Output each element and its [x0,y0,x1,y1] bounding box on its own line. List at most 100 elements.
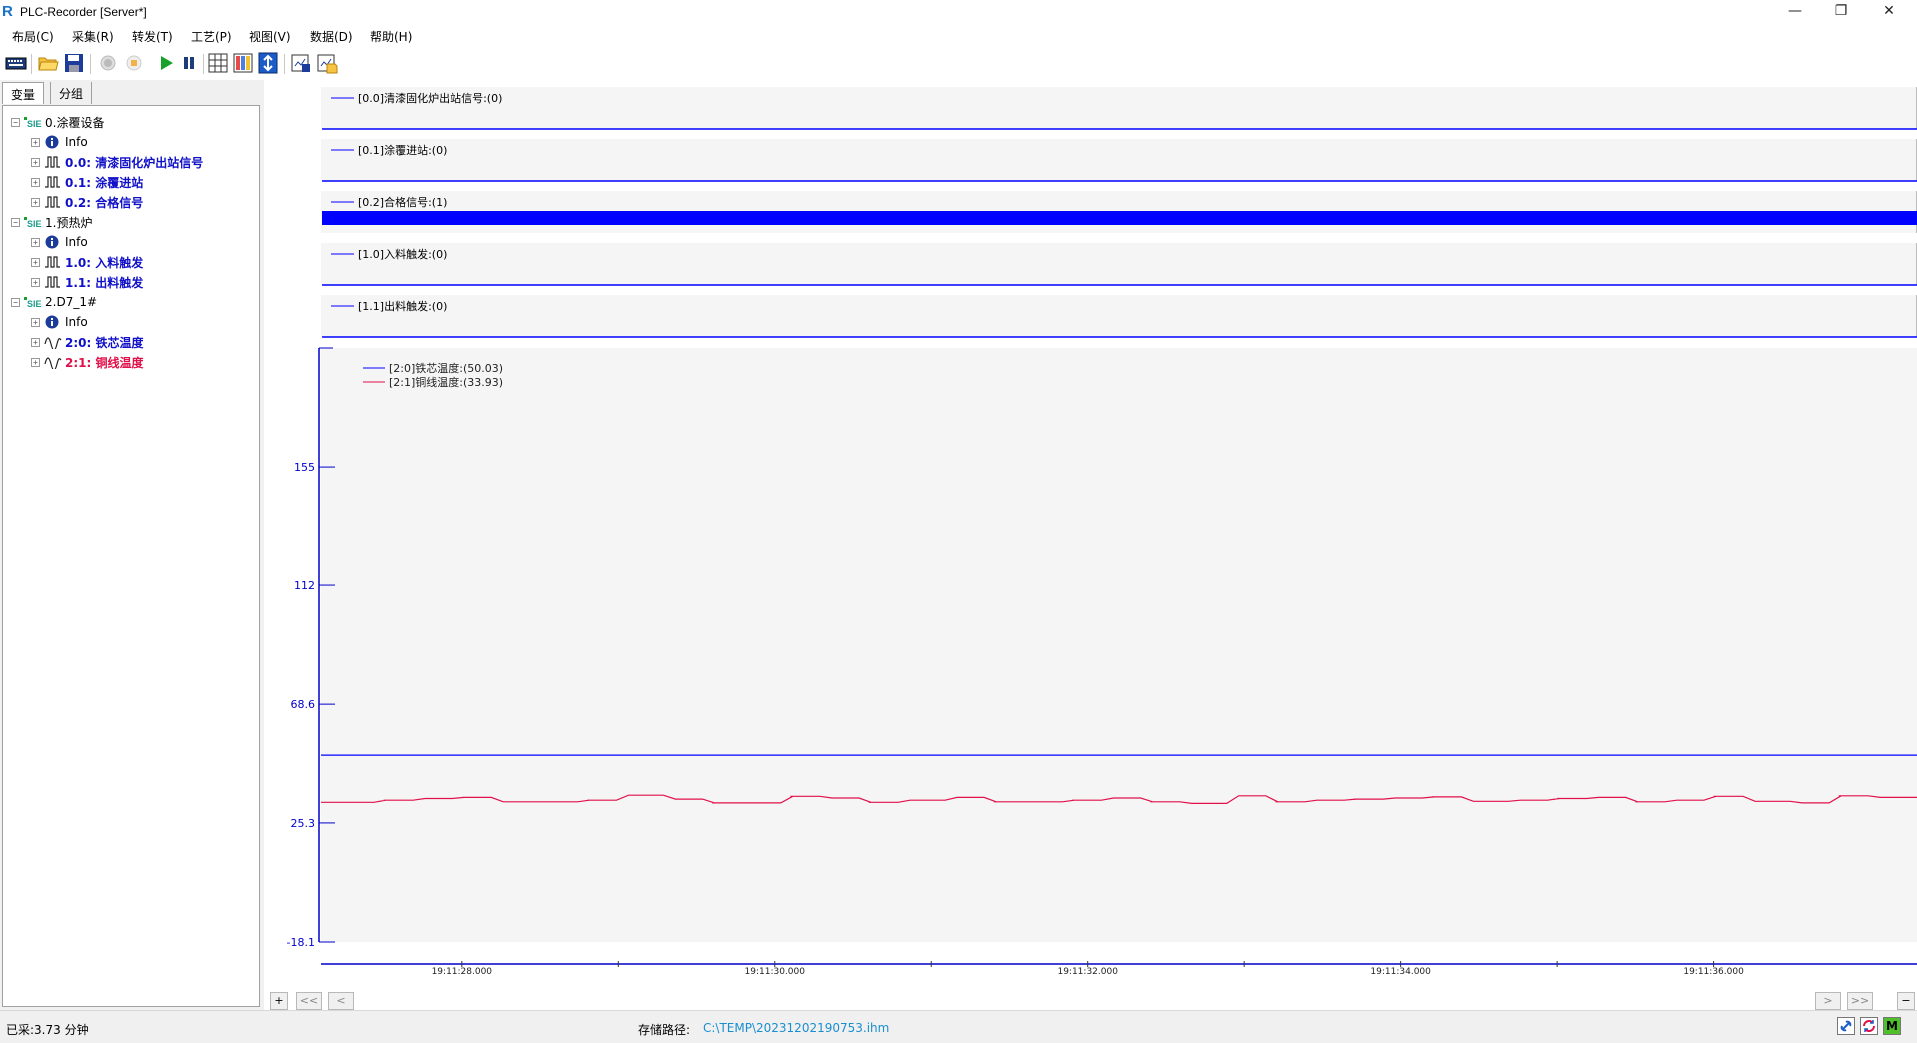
digital-track[interactable] [321,295,1917,337]
fit-vertical-icon[interactable] [257,52,279,74]
link-icon[interactable] [1837,1017,1855,1035]
signal-high-bar [322,211,1917,225]
tree-node-label: Info [65,135,88,149]
svg-text:SIE: SIE [27,299,42,309]
m-badge[interactable]: M [1883,1017,1901,1035]
digital-signal-icon [45,256,60,268]
tree-signal-node[interactable]: +0.2: 合格信号 [31,193,143,211]
expand-icon[interactable]: + [31,237,40,247]
minimize-button[interactable]: — [1772,0,1818,24]
expand-icon[interactable]: + [31,337,40,347]
storage-path[interactable]: C:\TEMP\20231202190753.ihm [703,1021,889,1035]
tree-node-label: Info [65,235,88,249]
add-button[interactable]: + [270,992,288,1010]
grid-icon[interactable] [207,52,229,74]
expand-icon[interactable]: + [31,277,40,287]
expand-icon[interactable]: + [31,177,40,187]
tree-signal-node[interactable]: +0.1: 涂覆进站 [31,173,143,191]
info-icon [45,135,59,149]
save-icon[interactable] [63,52,85,74]
tree-signal-node[interactable]: +0.0: 清漆固化炉出站信号 [31,153,203,171]
menu-layout[interactable]: 布局(C) [12,28,54,45]
legend-entry: [2:1]铜线温度:(33.93) [389,375,503,389]
toolbar [0,48,1917,80]
expand-icon[interactable]: + [31,317,40,327]
record-disabled-icon[interactable] [97,52,119,74]
svg-text:SIE: SIE [27,219,42,229]
tree-signal-node[interactable]: +2:1: 铜线温度 [31,353,143,371]
y-tick-label: 68.6 [291,698,316,711]
zoom-out-button[interactable]: − [1897,992,1915,1010]
export-icon[interactable] [290,52,312,74]
tab-groups[interactable]: 分组 [50,82,93,104]
x-tick-label: 19:11:30.000 [745,967,806,977]
digital-signal-icon [45,196,60,208]
x-tick-label: 19:11:28.000 [432,967,493,977]
menu-bar: 布局(C) 采集(R) 转发(T) 工艺(P) 视图(V) 数据(D) 帮助(H… [0,24,1917,46]
pause-icon[interactable] [178,52,200,74]
digital-signal-icon [45,276,60,288]
import-icon[interactable] [316,52,338,74]
last-page-button[interactable]: >> [1847,992,1873,1010]
color-palette-icon[interactable] [232,52,254,74]
menu-view[interactable]: 视图(V) [249,28,291,45]
y-tick-label: -18.1 [287,936,315,949]
toolbar-separator [284,54,285,74]
tree-device-node[interactable]: − SIE 2.D7_1# [11,293,97,311]
expand-icon[interactable]: + [31,197,40,207]
prev-page-button[interactable]: < [328,992,354,1010]
tree-signal-node[interactable]: + Info [31,233,88,251]
tree-device-node[interactable]: − SIE 1.预热炉 [11,213,92,231]
tree-device-node[interactable]: − SIE 0.涂覆设备 [11,113,104,131]
menu-data[interactable]: 数据(D) [310,28,353,45]
close-button[interactable]: ✕ [1866,0,1912,24]
tree-node-label: 0.2: 合格信号 [65,195,144,210]
y-tick-label: 155 [294,461,315,474]
expand-icon[interactable]: + [31,157,40,167]
digital-track[interactable] [321,87,1917,129]
menu-forward[interactable]: 转发(T) [132,28,173,45]
toolbar-separator [203,54,204,74]
collapse-icon[interactable]: − [11,297,20,307]
restore-button[interactable]: ❐ [1818,0,1864,24]
siemens-device-icon: SIE [24,217,42,229]
expand-icon[interactable]: + [31,357,40,367]
menu-acquire[interactable]: 采集(R) [72,28,114,45]
digital-track[interactable] [321,139,1917,181]
expand-icon[interactable]: + [31,137,40,147]
collapse-icon[interactable]: − [11,117,20,127]
tree-signal-node[interactable]: + Info [31,313,88,331]
analog-plot-background[interactable] [321,348,1917,942]
sync-icon[interactable] [1860,1017,1878,1035]
expand-icon[interactable]: + [31,257,40,267]
play-icon[interactable] [155,52,177,74]
stop-disabled-icon[interactable] [123,52,145,74]
open-folder-icon[interactable] [37,52,59,74]
recorder-chart[interactable]: [0.0]清漆固化炉出站信号:(0) [0.1]涂覆进站:(0) [0.2]合格信号… [266,80,1917,1010]
y-tick-label: 112 [294,579,315,592]
digital-signal-icon [45,176,60,188]
digital-signal-icon [45,156,60,168]
menu-help[interactable]: 帮助(H) [370,28,412,45]
tree-signal-node[interactable]: + Info [31,133,88,151]
tree-node-label: 2:0: 铁芯温度 [65,335,144,350]
tree-node-label: 0.0: 清漆固化炉出站信号 [65,155,204,170]
tree-node-label: 2:1: 铜线温度 [65,355,144,370]
collapse-icon[interactable]: − [11,217,20,227]
tree-node-label: 0.1: 涂覆进站 [65,175,144,190]
elapsed-time: 已采:3.73 分钟 [6,1023,89,1037]
digital-track[interactable] [321,243,1917,285]
digital-track-label: [0.2]合格信号:(1) [358,195,447,209]
tab-variables[interactable]: 变量 [2,82,45,104]
menu-process[interactable]: 工艺(P) [191,28,232,45]
tree-signal-node[interactable]: +2:0: 铁芯温度 [31,333,143,351]
legend-entry: [2:0]铁芯温度:(50.03) [389,361,503,375]
variable-tree: − SIE 0.涂覆设备 + Info +0.0: 清漆固化炉出站信号 +0.1: 涂覆进站… [2,105,260,1007]
keyboard-icon[interactable] [5,52,27,74]
first-page-button[interactable]: << [296,992,322,1010]
window-title: PLC-Recorder [Server*] [20,5,147,19]
tree-signal-node[interactable]: +1.0: 入料触发 [31,253,143,271]
next-page-button[interactable]: > [1815,992,1841,1010]
app-logo-icon: R [2,3,13,20]
tree-signal-node[interactable]: +1.1: 出料触发 [31,273,143,291]
